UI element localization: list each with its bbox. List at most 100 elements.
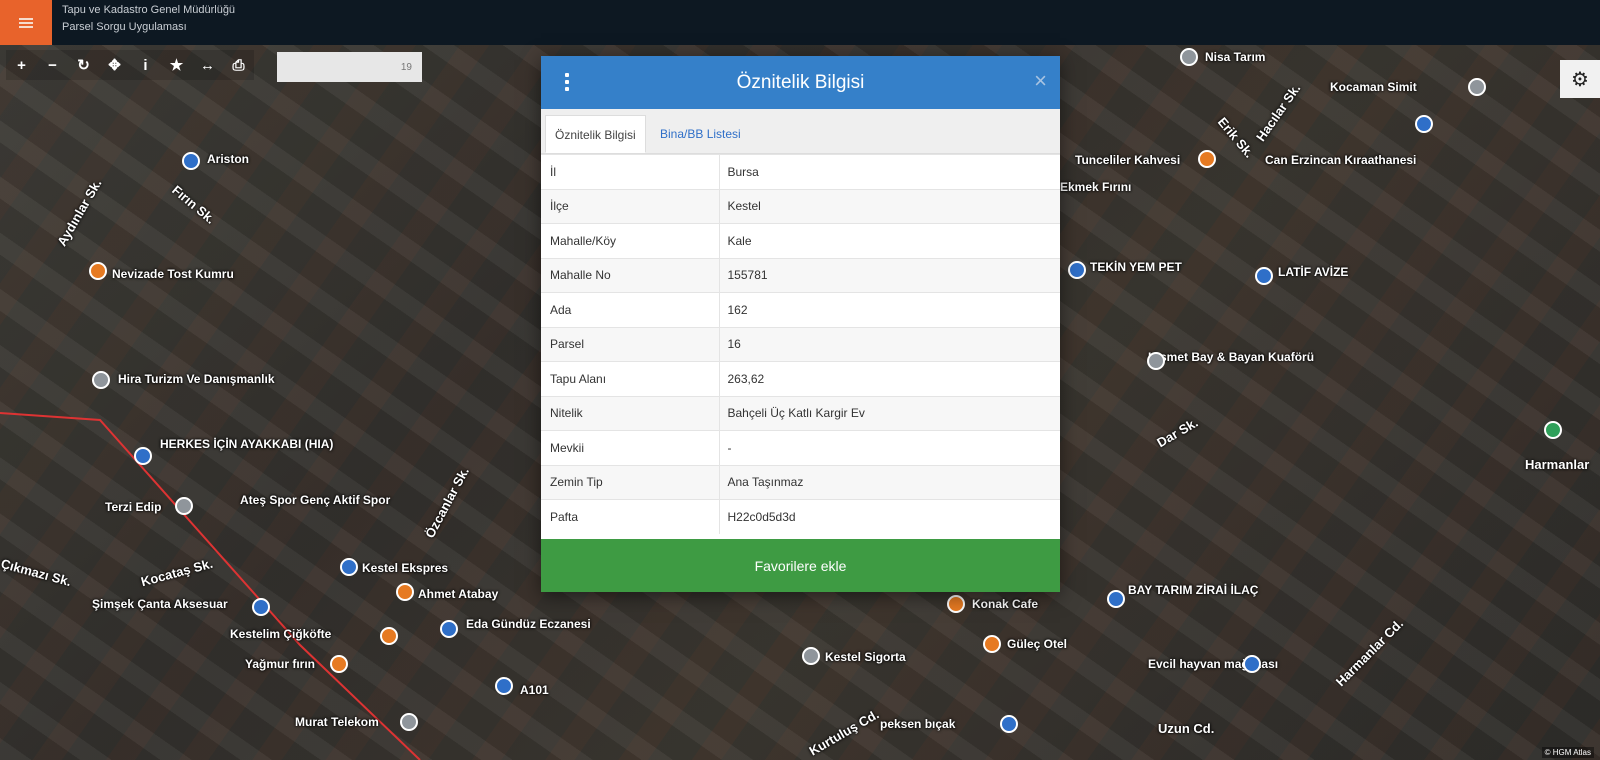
print-icon: ⎙ — [232, 56, 245, 74]
zoom-out-button[interactable]: − — [37, 50, 68, 80]
zoom-in-button[interactable]: + — [6, 50, 37, 80]
poi-marker[interactable] — [92, 371, 110, 389]
attribute-key: Tapu Alanı — [541, 361, 720, 396]
poi-marker[interactable] — [175, 497, 193, 515]
info-button[interactable]: i — [130, 50, 161, 80]
map-label: Kocaman Simit — [1330, 80, 1417, 94]
poi-marker[interactable] — [1468, 78, 1486, 96]
zoom-in-icon: + — [17, 56, 26, 74]
table-row: Mahalle/Köy Kale — [541, 223, 1060, 258]
poi-marker[interactable] — [440, 620, 458, 638]
poi-marker[interactable] — [1107, 590, 1125, 608]
attribute-value: H22c0d5d3d — [719, 499, 1060, 534]
attribute-key: Zemin Tip — [541, 464, 720, 500]
map-label: Nisa Tarım — [1205, 50, 1266, 64]
org-name: Tapu ve Kadastro Genel Müdürlüğü — [62, 4, 236, 16]
poi-marker[interactable] — [252, 598, 270, 616]
table-row: Mevkii - — [541, 430, 1060, 465]
attribute-value: Bahçeli Üç Katlı Kargir Ev — [719, 395, 1060, 431]
poi-marker[interactable] — [1180, 48, 1198, 66]
map-copyright: © HGM Atlas — [1541, 747, 1594, 758]
attribute-value: Ana Taşınmaz — [719, 464, 1060, 500]
map-label: Yağmur fırın — [245, 657, 316, 671]
attribute-key: Ada — [541, 292, 720, 327]
map-toolbar: + − ↻ ✥ i ★ ↔ ⎙ — [6, 50, 254, 80]
map-label: LATİF AVİZE — [1278, 265, 1349, 279]
poi-marker[interactable] — [1000, 715, 1018, 733]
add-favorite-button[interactable]: Favorilere ekle — [541, 539, 1060, 592]
poi-marker[interactable] — [89, 262, 107, 280]
map-label: Konak Cafe — [972, 597, 1039, 611]
map-label: BAY TARIM ZİRAİ İLAÇ — [1128, 583, 1259, 597]
poi-marker[interactable] — [340, 558, 358, 576]
menu-icon — [19, 17, 33, 28]
poi-marker[interactable] — [330, 655, 348, 673]
poi-marker[interactable] — [1068, 261, 1086, 279]
map-label: Uzun Cd. — [1158, 721, 1215, 736]
tab-building-list[interactable]: Bina/BB Listesi — [651, 115, 750, 153]
attribute-key: Parsel — [541, 326, 720, 362]
attribute-key: İlçe — [541, 188, 720, 224]
close-button[interactable]: × — [1034, 66, 1047, 96]
poi-marker[interactable] — [1544, 421, 1562, 439]
poi-marker[interactable] — [380, 627, 398, 645]
map-label: Ariston — [207, 152, 249, 166]
poi-marker[interactable] — [983, 635, 1001, 653]
map-label: A101 — [520, 683, 549, 697]
app-title: Tapu ve Kadastro Genel Müdürlüğü Parsel … — [62, 2, 235, 36]
table-row: Tapu Alanı 263,62 — [541, 361, 1060, 396]
refresh-icon: ↻ — [77, 57, 90, 74]
map-label: Kestel Ekspres — [362, 561, 449, 575]
map-label: Güleç Otel — [1007, 637, 1068, 651]
poi-marker[interactable] — [802, 647, 820, 665]
poi-marker[interactable] — [400, 713, 418, 731]
poi-marker[interactable] — [396, 583, 414, 601]
map-label: Kestel Sigorta — [825, 650, 906, 664]
search-input[interactable] — [277, 52, 422, 82]
table-row: Mahalle No 155781 — [541, 257, 1060, 293]
star-icon: ★ — [169, 57, 184, 74]
gear-icon: ⚙ — [1571, 68, 1589, 91]
measure-icon: ↔ — [200, 56, 215, 74]
attribute-value: Bursa — [719, 154, 1060, 189]
attribute-value: 155781 — [719, 257, 1060, 293]
poi-marker[interactable] — [947, 595, 965, 613]
map-label: Kestelim Çiğköfte — [230, 627, 332, 641]
poi-marker[interactable] — [1147, 352, 1165, 370]
attribute-value: 263,62 — [719, 361, 1060, 396]
settings-button[interactable]: ⚙ — [1560, 60, 1600, 98]
poi-marker[interactable] — [134, 447, 152, 465]
poi-marker[interactable] — [1243, 655, 1261, 673]
poi-marker[interactable] — [495, 677, 513, 695]
info-icon: i — [143, 56, 148, 74]
attribute-key: Mahalle No — [541, 257, 720, 293]
attribute-key: Mevkii — [541, 430, 720, 465]
app-name: Parsel Sorgu Uygulaması — [62, 21, 187, 33]
zoom-out-icon: − — [48, 56, 57, 74]
table-row: Zemin Tip Ana Taşınmaz — [541, 464, 1060, 500]
table-row: İl Bursa — [541, 154, 1060, 189]
table-row: İlçe Kestel — [541, 188, 1060, 224]
poi-marker[interactable] — [182, 152, 200, 170]
favorites-button[interactable]: ★ — [161, 50, 192, 80]
refresh-button[interactable]: ↻ — [68, 50, 99, 80]
attribute-table: İl Bursa İlçe Kestel Mahalle/Köy Kale Mahalle … — [541, 154, 1060, 534]
map-label: Hira Turizm Ve Danışmanlık — [118, 372, 275, 386]
table-row: Ada 162 — [541, 292, 1060, 327]
map-label: Ateş Spor Genç Aktif Spor — [240, 493, 391, 507]
poi-marker[interactable] — [1255, 267, 1273, 285]
poi-marker[interactable] — [1198, 150, 1216, 168]
map-label: peksen bıçak — [880, 717, 956, 731]
map-label: Kısmet Bay & Bayan Kuaförü — [1148, 350, 1315, 364]
map-label: Ahmet Atabay — [418, 587, 499, 601]
locate-button[interactable]: ✥ — [99, 50, 130, 80]
attribute-key: Pafta — [541, 499, 720, 534]
attribute-dialog: Öznitelik Bilgisi × Öznitelik Bilgisi Bi… — [541, 56, 1060, 592]
poi-marker[interactable] — [1415, 115, 1433, 133]
map-label: Şimşek Çanta Aksesuar — [92, 597, 228, 611]
measure-button[interactable]: ↔ — [192, 50, 223, 80]
attribute-value: 16 — [719, 326, 1060, 362]
tab-attributes[interactable]: Öznitelik Bilgisi — [545, 115, 646, 153]
hamburger-menu-button[interactable] — [0, 0, 52, 45]
print-button[interactable]: ⎙ — [223, 50, 254, 80]
